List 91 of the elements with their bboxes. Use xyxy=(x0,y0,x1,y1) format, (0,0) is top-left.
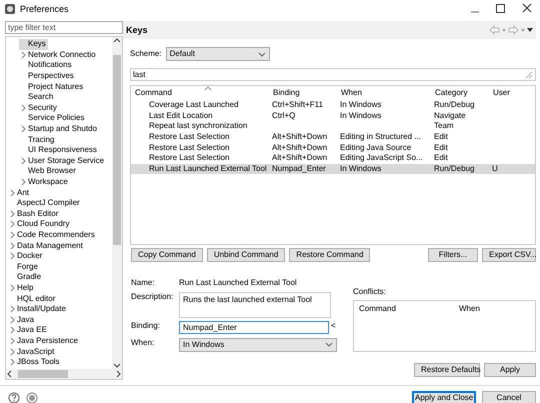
scheme-label: Scheme: xyxy=(130,49,162,59)
tree-item[interactable]: Cloud Foundry xyxy=(8,219,72,230)
tree-item[interactable]: UI Responsiveness xyxy=(19,144,99,156)
column-header[interactable]: Command xyxy=(131,88,269,98)
scroll-left-icon[interactable] xyxy=(6,370,14,378)
tree-item[interactable]: JBoss Tools xyxy=(8,356,62,368)
horizontal-scrollbar[interactable] xyxy=(6,369,122,379)
filter-field[interactable]: type filter text xyxy=(5,21,123,34)
tree-item[interactable]: Help xyxy=(8,282,36,294)
tree-item[interactable]: Gradle xyxy=(8,272,44,283)
table-row[interactable]: Run Last Launched External Tool Numpad_Enter In Windows Run/Debug U xyxy=(131,164,535,174)
column-header[interactable]: Binding xyxy=(269,88,337,98)
chevron-down-icon xyxy=(258,50,266,58)
tree-item[interactable]: Ant xyxy=(8,187,32,198)
table-row[interactable]: Restore Last Selection Alt+Shift+Down Editing JavaScript So... Edit xyxy=(131,152,535,164)
tree-item[interactable]: Project Natures xyxy=(19,81,86,92)
tree-item[interactable]: Network Connectio xyxy=(19,50,98,60)
tree-item[interactable]: Security xyxy=(19,102,59,114)
command-button[interactable]: Unbind Command xyxy=(206,248,286,262)
tree-item[interactable]: Perspectives xyxy=(19,70,76,82)
column-header[interactable]: User xyxy=(489,88,511,98)
expand-icon[interactable] xyxy=(20,104,27,112)
tree-item[interactable]: Forge xyxy=(8,261,40,272)
caret-icon[interactable] xyxy=(521,28,525,32)
field-label: Name: xyxy=(131,278,156,288)
table-row[interactable]: Restore Last Selection Alt+Shift+Down Editing Java Source Edit xyxy=(131,142,535,153)
field-label: When: xyxy=(131,338,156,348)
expand-icon[interactable] xyxy=(20,156,27,165)
tree-item[interactable]: Java Persistence xyxy=(8,336,80,346)
help-icon[interactable] xyxy=(8,392,20,403)
column-header: Command xyxy=(359,304,397,314)
column-header[interactable]: Category xyxy=(431,88,489,98)
table-button[interactable]: Filters... xyxy=(428,248,478,262)
caret-icon[interactable] xyxy=(502,28,506,32)
tree-item[interactable]: Java EE xyxy=(8,325,49,336)
tree-item[interactable]: AspectJ Compiler xyxy=(8,198,82,208)
clear-icon[interactable] xyxy=(524,70,533,79)
tree-item[interactable]: Workspace xyxy=(19,176,70,188)
tree-item[interactable]: User Storage Service xyxy=(19,156,106,166)
tree-item[interactable]: HQL editor xyxy=(8,293,58,304)
tree-item[interactable]: Tracing xyxy=(19,134,56,145)
tree-item[interactable]: Install/Update xyxy=(8,304,68,314)
tree-item[interactable]: Data Management xyxy=(8,240,85,251)
command-name: Run Last Launched External Tool xyxy=(179,278,298,288)
app-icon xyxy=(4,3,16,15)
tree-item[interactable]: Notifications xyxy=(19,60,74,71)
command-button[interactable]: Restore Command xyxy=(289,248,370,262)
tree-item[interactable]: Docker xyxy=(8,250,44,262)
tree-item[interactable]: Keys xyxy=(19,39,48,50)
tree-item[interactable]: JavaScript xyxy=(8,346,56,357)
tree-item[interactable]: Java xyxy=(8,314,36,326)
scheme-dropdown[interactable]: Default xyxy=(166,47,270,61)
scroll-right-icon[interactable] xyxy=(114,370,122,378)
record-icon[interactable] xyxy=(26,392,38,403)
expand-icon[interactable] xyxy=(20,50,27,59)
column-header: When xyxy=(459,304,481,314)
command-button[interactable]: Copy Command xyxy=(131,248,203,262)
column-header[interactable]: When xyxy=(337,88,431,98)
tree-item[interactable]: Service Policies xyxy=(19,113,86,124)
table-row[interactable]: Restore Last Selection Alt+Shift+Down Editing in Structured ... Edit xyxy=(131,132,535,142)
table-button[interactable]: Export CSV... xyxy=(482,248,536,262)
chevron-down-icon xyxy=(325,341,333,348)
field-label: Description: xyxy=(131,292,174,302)
tree-item[interactable]: Startup and Shutdo xyxy=(19,124,99,134)
page-title: Keys xyxy=(126,25,149,35)
description-box: Runs the last launched external Tool xyxy=(179,292,331,318)
field-label: Binding: xyxy=(131,321,161,331)
search-field[interactable]: last xyxy=(130,68,536,81)
when-dropdown[interactable]: In Windows xyxy=(179,338,337,352)
window-title: Preferences xyxy=(20,4,69,14)
page-button[interactable]: Apply xyxy=(484,363,536,377)
expand-icon[interactable] xyxy=(20,125,27,134)
table-row[interactable]: Last Edit Location Ctrl+Q In Windows Navigate xyxy=(131,110,535,122)
conflicts-label: Conflicts: xyxy=(353,287,387,297)
tree-item[interactable]: Web Browser xyxy=(19,166,78,177)
table-row[interactable]: Coverage Last Launched Ctrl+Shift+F11 In Windows Run/Debug xyxy=(131,100,535,111)
scroll-up-icon[interactable] xyxy=(113,37,121,45)
tree-item[interactable]: Search xyxy=(19,92,56,103)
expand-icon[interactable] xyxy=(9,284,16,292)
scrollbar[interactable] xyxy=(112,37,122,369)
scroll-down-icon[interactable] xyxy=(113,361,121,369)
dialog-button[interactable]: Apply and Close xyxy=(412,391,476,403)
table-row[interactable]: Repeat last synchronization Team xyxy=(131,121,535,132)
sort-icon xyxy=(204,86,212,91)
binding-menu-button[interactable]: < xyxy=(331,321,341,331)
menu-icon[interactable] xyxy=(527,27,533,33)
tree-item[interactable]: Bash Editor xyxy=(8,208,60,220)
dialog-button[interactable]: Cancel xyxy=(482,391,536,403)
tree-item[interactable]: Code Recommenders xyxy=(8,230,97,240)
page-button[interactable]: Restore Defaults xyxy=(414,363,480,377)
binding-field[interactable]: Numpad_Enter xyxy=(179,321,329,334)
